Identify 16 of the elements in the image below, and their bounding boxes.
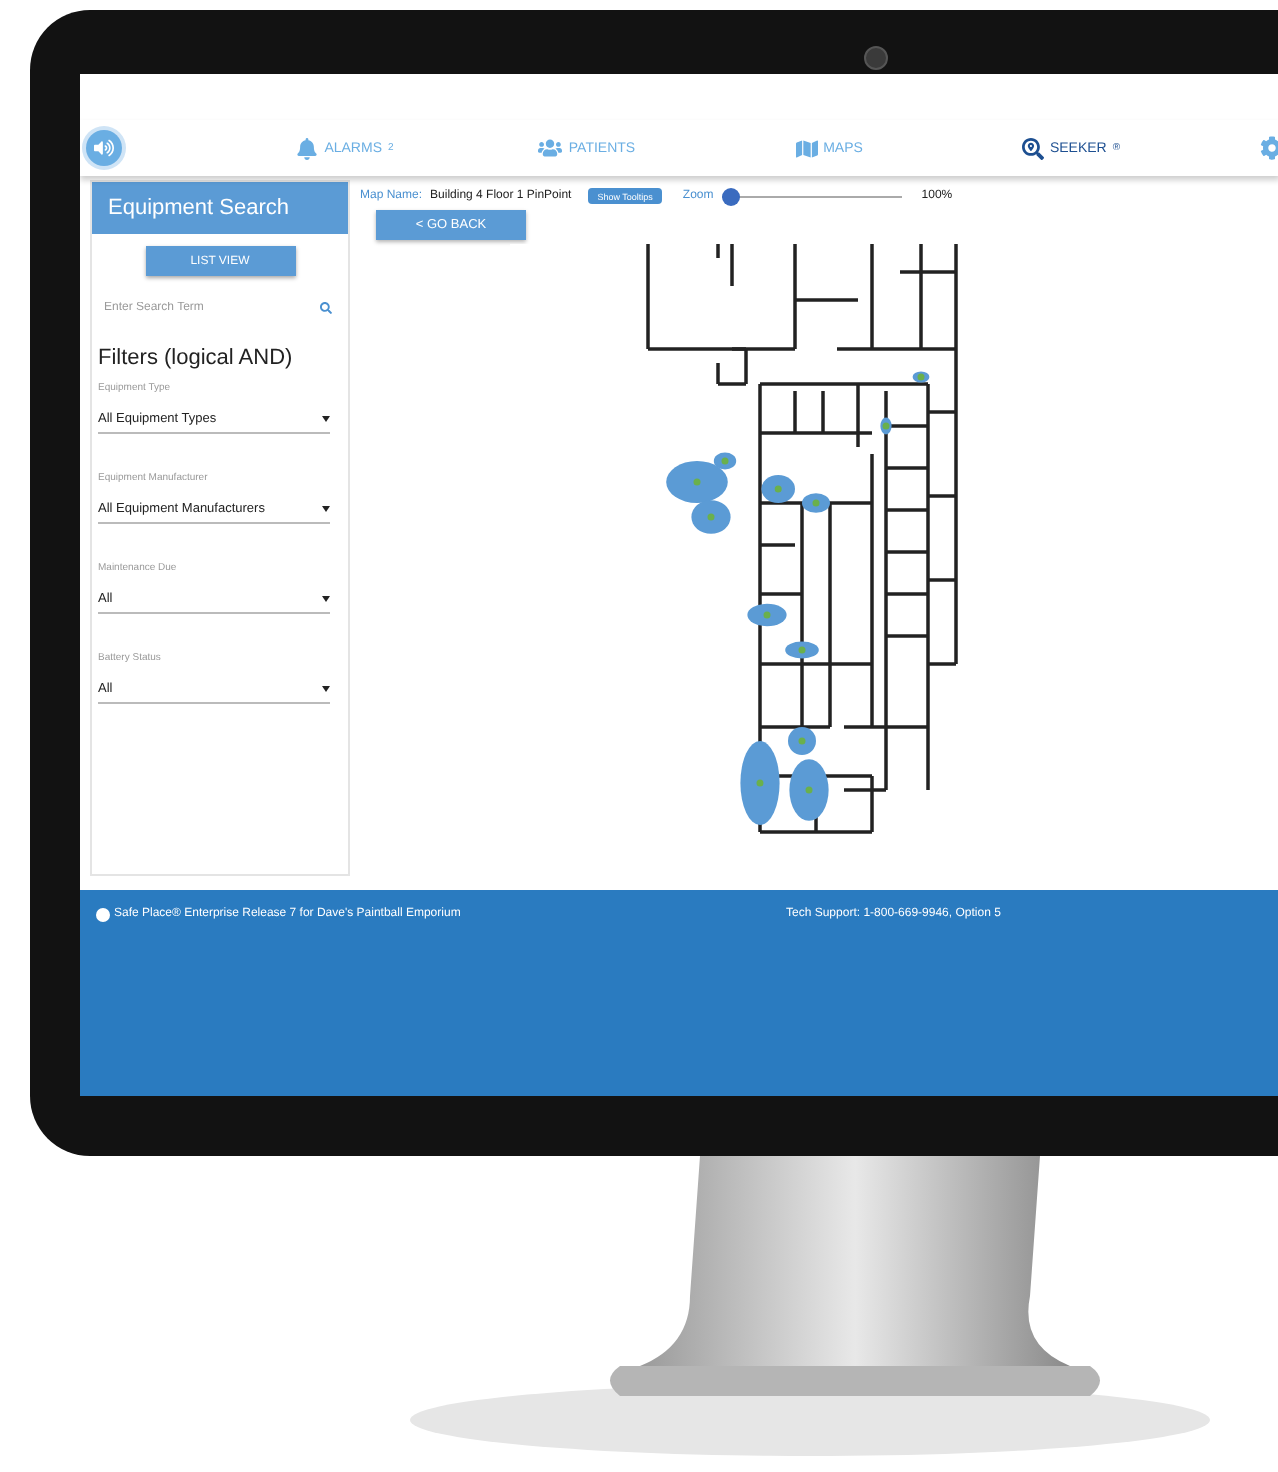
caret-icon: [322, 505, 330, 511]
speaker-icon[interactable]: [86, 130, 122, 166]
people-icon: [538, 136, 563, 160]
caret-icon: [322, 415, 330, 421]
settings-icon[interactable]: [1260, 136, 1278, 160]
filters-heading: Filters (logical AND): [98, 346, 295, 370]
logo-icon: [96, 908, 110, 922]
caret-icon: [322, 685, 330, 691]
search-icon: [1021, 137, 1044, 159]
search-icon[interactable]: [320, 302, 332, 314]
panel-title: Equipment Search: [92, 182, 348, 234]
map-icon: [795, 137, 818, 159]
bell-icon: [296, 137, 319, 159]
slider-thumb[interactable]: [721, 187, 740, 205]
caret-icon: [322, 595, 330, 601]
camera-icon: [864, 46, 888, 70]
